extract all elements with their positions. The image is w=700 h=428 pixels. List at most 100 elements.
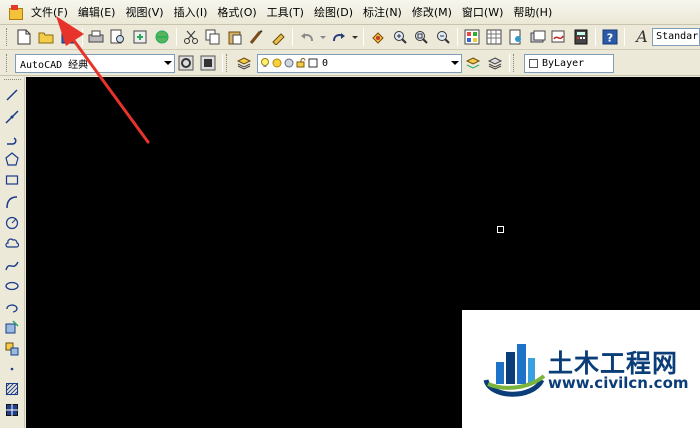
redo-dropdown-icon[interactable] [351, 27, 359, 47]
color-select[interactable]: ByLayer [524, 53, 614, 73]
arc-icon[interactable] [3, 193, 21, 211]
workspace-select-value: AutoCAD 经典 [20, 59, 89, 71]
toolbar-grip[interactable] [6, 54, 9, 72]
pickbox-cursor [497, 226, 504, 233]
toolbar-separator [362, 28, 364, 46]
block-editor-icon[interactable] [268, 27, 288, 47]
toolbar-grip[interactable] [513, 54, 516, 72]
ellipse-icon[interactable] [3, 277, 21, 295]
ellipse-arc-icon[interactable] [3, 299, 21, 317]
point-icon[interactable] [3, 360, 21, 378]
layer-unlock-icon [296, 58, 306, 68]
toolbar-separator [595, 28, 597, 46]
menu-bar: 文件(F) 编辑(E) 视图(V) 插入(I) 格式(O) 工具(T) 绘图(D… [0, 0, 700, 25]
watermark-url: www.civilcn.com [548, 374, 689, 392]
menu-tools[interactable]: 工具(T) [262, 0, 309, 25]
polyline-icon[interactable] [3, 130, 21, 148]
toolbar-separator [81, 28, 83, 46]
toolbar-separator [509, 54, 510, 72]
draw-toolbar [0, 77, 25, 428]
copy-icon[interactable] [203, 27, 223, 47]
autocad-window: 文件(F) 编辑(E) 视图(V) 插入(I) 格式(O) 工具(T) 绘图(D… [0, 0, 700, 428]
text-style-select[interactable]: Standard [652, 28, 700, 46]
print-icon[interactable] [87, 27, 107, 47]
color-swatch-icon [529, 58, 538, 68]
save-workspace-icon[interactable] [198, 53, 218, 73]
toolbar-separator [222, 54, 223, 72]
menu-window[interactable]: 窗口(W) [457, 0, 508, 25]
workspace-settings-icon[interactable] [176, 53, 196, 73]
cut-icon[interactable] [181, 27, 201, 47]
undo-dropdown-icon[interactable] [319, 27, 327, 47]
tool-palettes-icon[interactable] [506, 27, 526, 47]
help-icon[interactable]: ? [600, 27, 620, 47]
menu-format[interactable]: 格式(O) [212, 0, 261, 25]
menu-modify[interactable]: 修改(M) [407, 0, 457, 25]
zoom-realtime-icon[interactable] [390, 27, 410, 47]
zoom-previous-icon[interactable] [433, 27, 453, 47]
layer-color-swatch-icon [308, 58, 318, 68]
autocad-app-icon[interactable] [8, 5, 23, 20]
hatch-icon[interactable] [3, 380, 21, 398]
toolbar-separator [624, 28, 626, 46]
layer-select[interactable]: 0 [257, 53, 462, 73]
revision-cloud-icon[interactable] [3, 235, 21, 253]
gradient-icon[interactable] [3, 401, 21, 419]
menu-insert[interactable]: 插入(I) [169, 0, 213, 25]
insert-block-icon[interactable] [3, 318, 21, 336]
layer-previous-icon[interactable] [485, 53, 505, 73]
open-file-icon[interactable] [36, 27, 56, 47]
toolbar-grip[interactable] [4, 79, 21, 82]
save-icon[interactable] [58, 27, 78, 47]
menu-file[interactable]: 文件(F) [26, 0, 73, 25]
undo-icon[interactable] [297, 27, 317, 47]
match-properties-icon[interactable] [246, 27, 266, 47]
web-publish-icon[interactable] [152, 27, 172, 47]
design-center-icon[interactable] [484, 27, 504, 47]
menu-dimension[interactable]: 标注(N) [358, 0, 407, 25]
print-preview-icon[interactable] [108, 27, 128, 47]
toolbar-separator [292, 28, 294, 46]
menu-draw[interactable]: 绘图(D) [309, 0, 358, 25]
color-select-value: ByLayer [542, 57, 585, 69]
chevron-down-icon [164, 60, 172, 65]
sheet-set-icon[interactable] [528, 27, 548, 47]
text-style-icon[interactable]: A [632, 27, 652, 47]
new-file-icon[interactable] [14, 27, 34, 47]
make-object-layer-current-icon[interactable] [463, 53, 483, 73]
toolbar-separator [175, 28, 177, 46]
layer-thaw-sun-icon [272, 58, 282, 68]
publish-icon[interactable] [130, 27, 150, 47]
toolbar-separator [457, 28, 459, 46]
polygon-icon[interactable] [3, 150, 21, 168]
paste-icon[interactable] [225, 27, 245, 47]
svg-text:?: ? [607, 32, 613, 45]
chevron-down-icon [451, 60, 459, 65]
calculator-icon[interactable] [571, 27, 591, 47]
menu-view[interactable]: 视图(V) [120, 0, 168, 25]
site-watermark: 土木工程网 www.civilcn.com [462, 310, 700, 428]
spline-icon[interactable] [3, 257, 21, 275]
toolbar-grip[interactable] [226, 54, 229, 72]
menu-edit[interactable]: 编辑(E) [73, 0, 121, 25]
properties-icon[interactable] [462, 27, 482, 47]
zoom-window-icon[interactable] [411, 27, 431, 47]
rectangle-icon[interactable] [3, 171, 21, 189]
make-block-icon[interactable] [3, 340, 21, 358]
text-style-control: A Standard [632, 27, 700, 47]
construction-line-icon[interactable] [3, 108, 21, 126]
circle-icon[interactable] [3, 214, 21, 232]
layer-on-bulb-icon [261, 58, 269, 67]
redo-icon[interactable] [329, 27, 349, 47]
layer-viewport-icon [284, 58, 294, 68]
markup-icon[interactable] [550, 27, 570, 47]
layer-manager-icon[interactable] [234, 53, 254, 73]
civilcn-logo-icon [483, 344, 546, 397]
toolbar-grip[interactable] [6, 28, 9, 46]
menu-help[interactable]: 帮助(H) [508, 0, 557, 25]
pan-icon[interactable] [368, 27, 388, 47]
layer-select-value: 0 [322, 57, 329, 69]
workspace-select[interactable]: AutoCAD 经典 [15, 53, 175, 73]
line-icon[interactable] [3, 86, 21, 104]
standard-toolbar: ? A Standard [0, 25, 700, 50]
